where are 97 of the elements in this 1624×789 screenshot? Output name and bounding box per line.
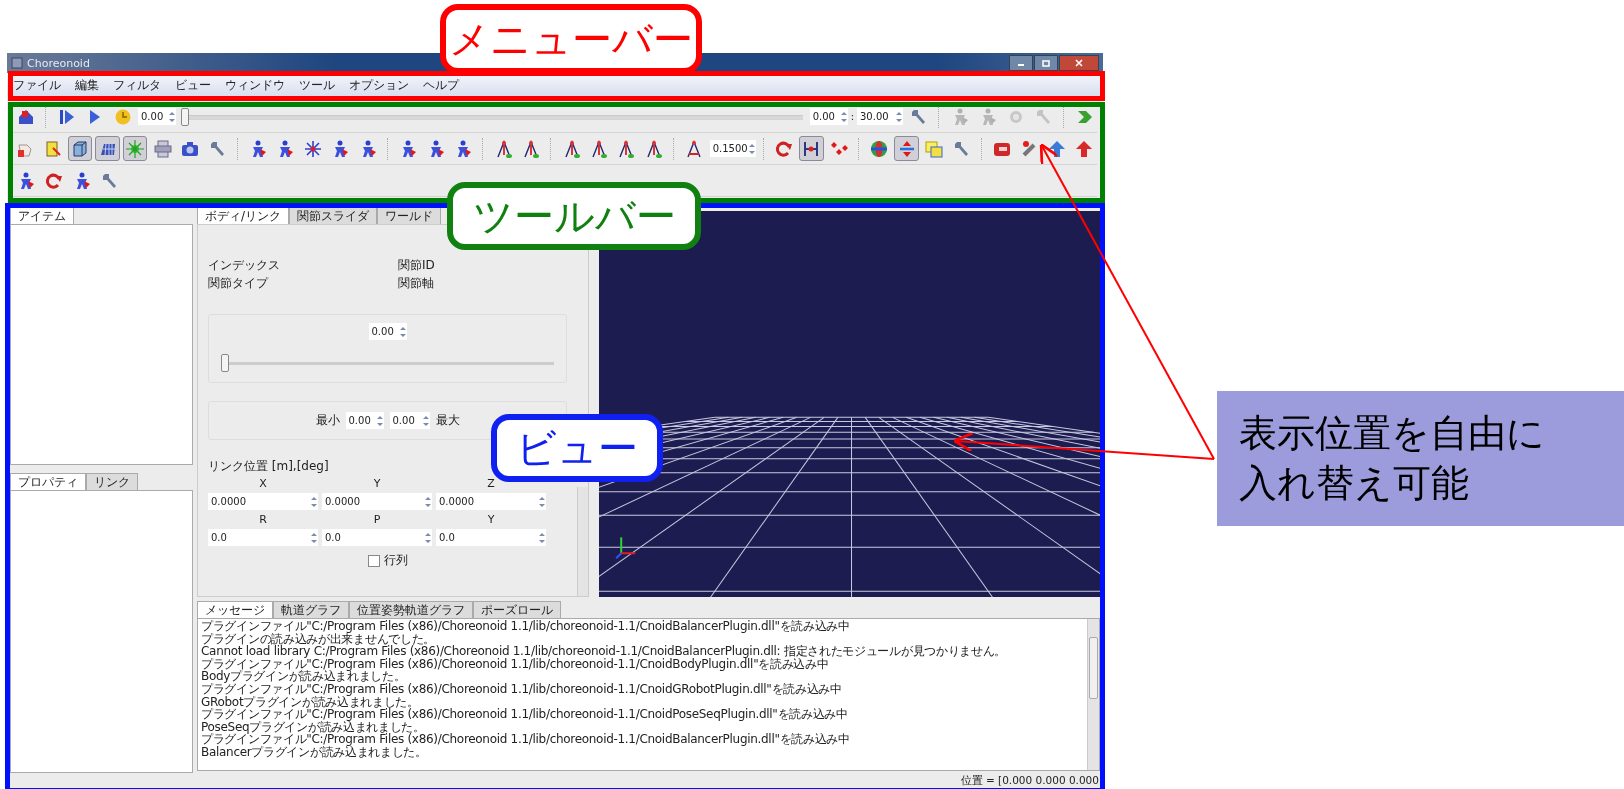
menu-item[interactable]: ヘルプ bbox=[423, 76, 459, 94]
spin-box[interactable]: 0.0 bbox=[208, 529, 318, 546]
toolbar-button[interactable] bbox=[67, 136, 93, 161]
status-text: 位置 = [0.000 0.000 0.000 bbox=[960, 774, 1099, 788]
field-label: 関節タイプ bbox=[208, 275, 270, 292]
tripod-icon bbox=[616, 138, 637, 159]
axis-label: Y bbox=[487, 513, 495, 526]
checkbox[interactable] bbox=[367, 554, 380, 567]
menu-item[interactable]: ビュー bbox=[175, 76, 211, 94]
menu-item[interactable]: オプション bbox=[349, 76, 409, 94]
axis-label: P bbox=[373, 513, 381, 526]
toolbar-button[interactable] bbox=[799, 136, 824, 161]
spin-box[interactable]: 0.00 bbox=[368, 323, 407, 340]
spin-box[interactable]: 0.00 bbox=[389, 412, 430, 429]
log-line: Balancerプラグインが読み込まれました。 bbox=[201, 745, 427, 759]
menu-item[interactable]: 編集 bbox=[75, 76, 99, 94]
tab[interactable]: ポーズロール bbox=[473, 601, 561, 618]
axis-label: X bbox=[259, 477, 267, 490]
star-icon bbox=[302, 138, 323, 159]
note-text: 入れ替え可能 bbox=[1239, 459, 1470, 507]
spin-box[interactable]: 0.1500 bbox=[709, 140, 756, 157]
spin-box[interactable]: 0.0000 bbox=[322, 493, 432, 510]
spin-box[interactable]: 0.0 bbox=[322, 529, 432, 546]
tab[interactable]: 位置姿勢軌道グラフ bbox=[349, 601, 473, 618]
spin-box[interactable]: 0.00 bbox=[138, 108, 176, 125]
scrollbar[interactable] bbox=[577, 487, 588, 596]
log-line: プラグインファイル"C:/Program Files (x86)/Choreonoid 1.1/lib/choreonoid-1.1/CnoidBalancerPlugin.dll"を読み込み中 bbox=[201, 733, 851, 746]
field-label: 関節ID bbox=[398, 257, 436, 274]
up-arrow-icon bbox=[1047, 138, 1067, 159]
close-icon bbox=[1074, 58, 1084, 68]
spinner-icon bbox=[747, 141, 756, 156]
log-line: GRobotプラグインが読み込まれました。 bbox=[201, 695, 419, 709]
axes-icon bbox=[615, 536, 637, 560]
section-title: リンク位置 [m],[deg] bbox=[208, 458, 330, 475]
spin-box[interactable]: 30.00 bbox=[857, 108, 903, 125]
log-line: Cannot load library C:/Program Files (x86)/Choreonoid 1.1/lib/choreonoid-1.1/CnoidBalancerPlugin.dll: 指定されたモジュールが見つかりません。 bbox=[201, 645, 1008, 658]
spinner-icon bbox=[839, 109, 848, 124]
tripod-icon bbox=[589, 138, 609, 159]
spin-box[interactable]: 0.00 bbox=[345, 412, 384, 429]
slider-thumb[interactable] bbox=[221, 354, 229, 372]
callout-label: ツールバー bbox=[447, 182, 701, 250]
log-line: プラグインファイル"C:/Program Files (x86)/Choreonoid 1.1/lib/choreonoid-1.1/CnoidBalancerPlugin.dll"を読み込み中 bbox=[201, 620, 851, 633]
spinner-icon bbox=[895, 109, 903, 124]
time-separator: : bbox=[850, 111, 854, 122]
spinner-icon bbox=[375, 413, 384, 428]
spinner-icon bbox=[424, 530, 432, 545]
spinner-icon bbox=[398, 324, 407, 339]
spinner-icon bbox=[538, 530, 546, 545]
max-label: 最大 bbox=[435, 412, 460, 429]
min-label: 最小 bbox=[315, 412, 340, 429]
note-text: 表示位置を自由に bbox=[1239, 410, 1546, 458]
callout-label: メニューバー bbox=[440, 4, 702, 74]
spin-box[interactable]: 0.0000 bbox=[208, 493, 318, 510]
log-line: プラグインファイル"C:/Program Files (x86)/Choreonoid 1.1/lib/choreonoid-1.1/CnoidPoseSeqPlugin.dll"を読み込み中 bbox=[201, 708, 849, 721]
spinner-icon bbox=[421, 413, 430, 428]
spinner-icon bbox=[424, 494, 432, 509]
windows-icon bbox=[924, 138, 945, 159]
tab[interactable]: リンク bbox=[86, 473, 138, 490]
spin-box[interactable]: 0.00 bbox=[809, 108, 848, 125]
axis-label: R bbox=[259, 513, 267, 526]
toolbar-button[interactable] bbox=[95, 136, 120, 161]
log-line: プラグインファイル"C:/Program Files (x86)/Choreonoid 1.1/lib/choreonoid-1.1/CnoidBodyPlugin.dll"を読み込み中 bbox=[201, 657, 829, 671]
spin-box[interactable]: 0.0 bbox=[436, 529, 546, 546]
menu-item[interactable]: ファイル bbox=[13, 76, 61, 94]
scrollbar-thumb[interactable] bbox=[1089, 637, 1098, 699]
spinner-icon bbox=[310, 494, 318, 509]
tab[interactable]: プロパティ bbox=[10, 473, 86, 490]
log-line: Bodyプラグインが読み込まれました。 bbox=[201, 670, 407, 683]
spinner-icon bbox=[168, 109, 176, 124]
tripod-icon bbox=[521, 138, 542, 159]
light-icon bbox=[125, 138, 146, 159]
menu-item[interactable]: ウィンドウ bbox=[225, 76, 285, 94]
spinner-icon bbox=[310, 530, 318, 545]
minimize-button[interactable] bbox=[1009, 55, 1033, 71]
field-label: 関節軸 bbox=[398, 275, 435, 292]
menu-item[interactable]: フィルタ bbox=[113, 76, 161, 94]
maximize-button[interactable] bbox=[1034, 55, 1058, 71]
log-line: PoseSeqプラグインが読み込まれました。 bbox=[201, 720, 425, 734]
spinner-icon bbox=[538, 494, 546, 509]
printer-icon bbox=[152, 138, 173, 159]
up-arrow-icon bbox=[1074, 138, 1095, 159]
tab[interactable]: メッセージ bbox=[197, 601, 273, 618]
slider-thumb[interactable] bbox=[181, 107, 189, 126]
restore-icon bbox=[1041, 58, 1051, 68]
scrollbar[interactable] bbox=[1087, 619, 1099, 770]
field-label: インデックス bbox=[208, 257, 281, 274]
close-button[interactable] bbox=[1059, 55, 1099, 71]
menu-item[interactable]: ツール bbox=[299, 76, 335, 94]
axis-label: Y bbox=[373, 477, 381, 490]
app-icon bbox=[11, 57, 23, 69]
spin-box[interactable]: 0.0000 bbox=[436, 493, 546, 510]
checkbox-label: 行列 bbox=[383, 552, 408, 569]
tab[interactable]: 軌道グラフ bbox=[273, 601, 349, 618]
log-line: プラグインの読み込みが出来ませんでした。 bbox=[201, 632, 435, 646]
window-title: Choreonoid bbox=[27, 56, 90, 70]
log-line: プラグインファイル"C:/Program Files (x86)/Choreonoid 1.1/lib/choreonoid-1.1/CnoidGRobotPlugin.dll"を読み込み中 bbox=[201, 682, 843, 696]
globe-icon bbox=[869, 138, 890, 159]
